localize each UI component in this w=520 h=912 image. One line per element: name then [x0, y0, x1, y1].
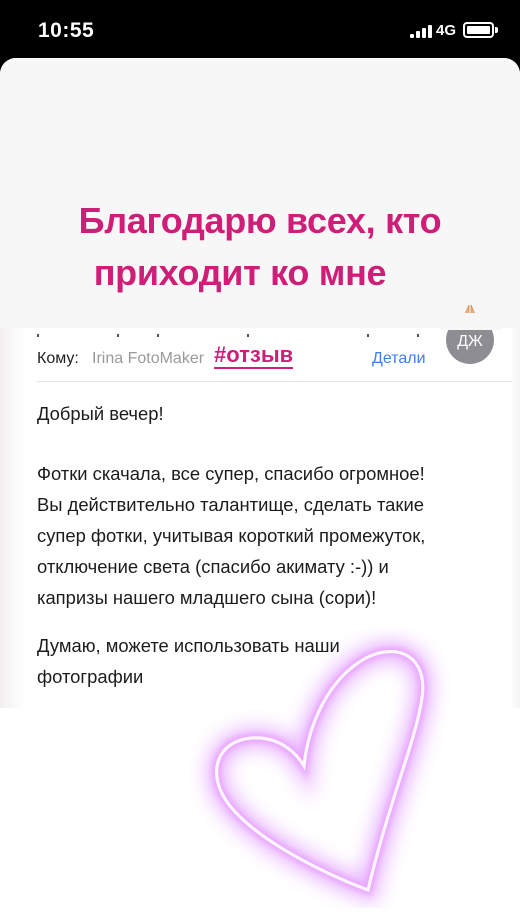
email-body-line: Фотки скачала, все супер, спасибо огромн…	[37, 463, 425, 484]
battery-tip	[495, 27, 498, 33]
story-card[interactable]: Благодарю всех, кто приходит ко мне ДЖ К…	[0, 58, 520, 912]
heart-outline-icon[interactable]	[190, 628, 460, 908]
email-body-line: капризы нашего младшего сына (сори)!	[37, 587, 377, 608]
headline-line-2: приходит ко мне	[93, 252, 387, 293]
signal-strength-icon	[410, 24, 432, 38]
story-headline: Благодарю всех, кто приходит ко мне	[0, 195, 520, 299]
email-greeting: Добрый вечер!	[37, 403, 164, 424]
cut-off-header-row	[37, 334, 477, 338]
headline-line-1: Благодарю всех, кто	[78, 200, 442, 241]
status-bar: 10:55 4G	[0, 0, 520, 62]
hashtag-sticker[interactable]: #отзыв	[214, 343, 294, 369]
email-body-line: фотографии	[37, 666, 144, 687]
status-time: 10:55	[38, 19, 95, 42]
email-body-line: отключение света (спасибо акимату :-)) и	[37, 556, 389, 577]
email-body-line: супер фотки, учитывая короткий промежуто…	[37, 525, 426, 546]
recipient-name: Irina FotoMaker	[92, 350, 205, 367]
avatar-overlap	[440, 313, 502, 330]
network-type: 4G	[436, 22, 457, 39]
email-body-line: Вы действительно талантище, сделать таки…	[37, 494, 424, 515]
battery-icon	[463, 22, 494, 38]
email-divider	[37, 381, 512, 382]
caption-band: Благодарю всех, кто приходит ко мне	[0, 58, 520, 337]
details-link[interactable]: Детали	[372, 350, 426, 368]
to-label: Кому:	[37, 350, 79, 367]
